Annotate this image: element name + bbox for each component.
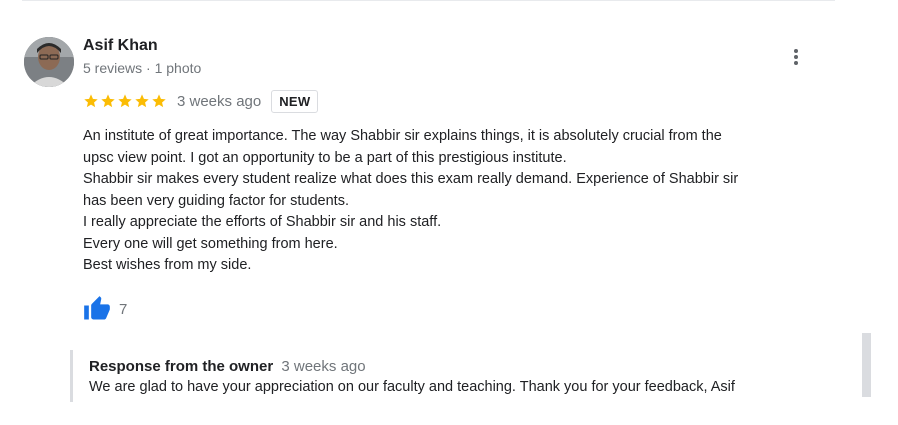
scrollbar-thumb[interactable] xyxy=(862,333,871,397)
star-icon xyxy=(135,94,149,108)
thumb-up-icon xyxy=(84,296,110,320)
author-meta: 5 reviews · 1 photo xyxy=(83,60,202,76)
review-text-line: An institute of great importance. The wa… xyxy=(83,128,722,144)
review-text-line: has been very guiding factor for student… xyxy=(83,192,349,209)
new-badge: NEW xyxy=(271,89,319,113)
like-button[interactable]: 7 xyxy=(83,295,127,323)
rating-row: 3 weeks ago NEW xyxy=(83,88,319,114)
review-text-line: Best wishes from my side. xyxy=(83,257,252,273)
owner-response-time: 3 weeks ago xyxy=(281,358,366,375)
star-rating xyxy=(83,93,167,109)
owner-response-title: Response from the owner xyxy=(89,358,274,375)
like-count: 7 xyxy=(119,300,128,318)
star-icon xyxy=(152,94,166,108)
star-icon xyxy=(118,94,132,108)
review-text: An institute of great importance. The wa… xyxy=(83,126,823,277)
more-options-button[interactable] xyxy=(784,45,808,69)
review-time: 3 weeks ago xyxy=(177,92,262,110)
review-text-line: Every one will get something from here. xyxy=(83,235,338,252)
avatar-photo xyxy=(24,37,74,87)
review-text-line: upsc view point. I got an opportunity to… xyxy=(83,149,567,166)
author-avatar[interactable] xyxy=(24,37,74,87)
owner-response-text: We are glad to have your appreciation on… xyxy=(89,379,735,395)
author-name[interactable]: Asif Khan xyxy=(83,37,158,55)
review-text-line: Shabbir sir makes every student realize … xyxy=(83,171,739,187)
star-icon xyxy=(84,94,98,108)
owner-response: Response from the owner 3 weeks ago We a… xyxy=(70,350,853,402)
star-icon xyxy=(101,94,115,108)
review-text-line: I really appreciate the efforts of Shabb… xyxy=(83,214,442,230)
top-divider xyxy=(22,0,835,1)
owner-response-header: Response from the owner 3 weeks ago xyxy=(89,358,366,375)
more-vert-icon xyxy=(794,49,798,65)
